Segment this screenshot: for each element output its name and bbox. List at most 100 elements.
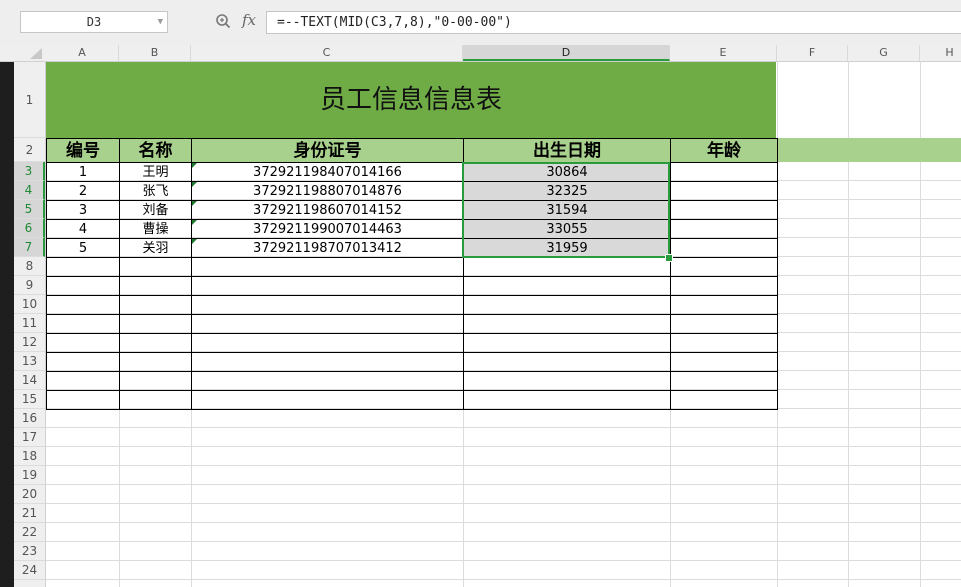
cell-name[interactable]: 关羽 [119, 238, 192, 258]
empty-cell[interactable] [463, 333, 671, 353]
column-header-c[interactable]: C [191, 45, 463, 61]
header-cell-age[interactable]: 年龄 [670, 138, 778, 163]
empty-cell[interactable] [119, 333, 192, 353]
cell-id[interactable]: 372921198707013412 [191, 238, 464, 258]
cell-birth[interactable]: 30864 [463, 162, 671, 182]
cell-age[interactable] [670, 238, 778, 258]
cell-grid[interactable]: 员工信息信息表 编号 名称 身份证号 出生日期 年龄 1 王明 3729211984… [46, 62, 961, 587]
header-cell-name[interactable]: 名称 [119, 138, 192, 163]
cell-number[interactable]: 1 [46, 162, 120, 182]
header-cell-birth[interactable]: 出生日期 [463, 138, 671, 163]
row-header[interactable]: 19 [14, 466, 45, 485]
empty-cell[interactable] [46, 352, 120, 372]
cell-number[interactable]: 2 [46, 181, 120, 201]
empty-cell[interactable] [463, 352, 671, 372]
empty-cell[interactable] [46, 295, 120, 315]
row-header[interactable]: 5 [14, 200, 45, 219]
column-header-h[interactable]: H [920, 45, 961, 61]
empty-cell[interactable] [191, 371, 464, 391]
cell-number[interactable]: 5 [46, 238, 120, 258]
fx-icon[interactable]: fx [242, 11, 256, 29]
cell-age[interactable] [670, 200, 778, 220]
formula-input[interactable]: =--TEXT(MID(C3,7,8),"0-00-00") [266, 11, 961, 34]
empty-cell[interactable] [191, 314, 464, 334]
empty-cell[interactable] [670, 333, 778, 353]
row-header[interactable]: 16 [14, 409, 45, 428]
row-header[interactable]: 11 [14, 314, 45, 333]
column-header-a[interactable]: A [46, 45, 119, 61]
cell-age[interactable] [670, 181, 778, 201]
row-header[interactable]: 4 [14, 181, 45, 200]
header-cell-id[interactable]: 身份证号 [191, 138, 464, 163]
empty-cell[interactable] [463, 314, 671, 334]
row-header[interactable]: 3 [14, 162, 45, 181]
empty-cell[interactable] [46, 276, 120, 296]
empty-cell[interactable] [191, 295, 464, 315]
empty-cell[interactable] [119, 257, 192, 277]
row-header[interactable]: 1 [14, 62, 45, 138]
cell-number[interactable]: 3 [46, 200, 120, 220]
empty-cell[interactable] [670, 257, 778, 277]
row-header[interactable]: 21 [14, 504, 45, 523]
cell-name[interactable]: 张飞 [119, 181, 192, 201]
select-all-icon[interactable] [30, 48, 42, 59]
empty-cell[interactable] [463, 371, 671, 391]
cell-name[interactable]: 刘备 [119, 200, 192, 220]
fill-handle[interactable] [665, 254, 673, 262]
cell-id[interactable]: 372921198807014876 [191, 181, 464, 201]
column-header-b[interactable]: B [119, 45, 191, 61]
chevron-down-icon[interactable]: ▼ [158, 12, 163, 32]
row-header[interactable]: 8 [14, 257, 45, 276]
row-header[interactable]: 7 [14, 238, 45, 257]
column-header-e[interactable]: E [670, 45, 777, 61]
empty-cell[interactable] [119, 390, 192, 410]
empty-cell[interactable] [119, 295, 192, 315]
zoom-formula-icon[interactable] [215, 13, 231, 29]
row-header[interactable]: 18 [14, 447, 45, 466]
row-header[interactable]: 24 [14, 561, 45, 580]
cell-age[interactable] [670, 219, 778, 239]
row-header[interactable]: 22 [14, 523, 45, 542]
row-header[interactable]: 15 [14, 390, 45, 409]
empty-cell[interactable] [670, 352, 778, 372]
empty-cell[interactable] [670, 371, 778, 391]
cell-name[interactable]: 王明 [119, 162, 192, 182]
empty-cell[interactable] [670, 295, 778, 315]
row-header[interactable]: 17 [14, 428, 45, 447]
column-header-g[interactable]: G [848, 45, 920, 61]
empty-cell[interactable] [463, 276, 671, 296]
empty-cell[interactable] [119, 314, 192, 334]
empty-cell[interactable] [46, 333, 120, 353]
cell-id[interactable]: 372921199007014463 [191, 219, 464, 239]
empty-cell[interactable] [670, 390, 778, 410]
cell-id[interactable]: 372921198407014166 [191, 162, 464, 182]
empty-cell[interactable] [191, 333, 464, 353]
cell-id[interactable]: 372921198607014152 [191, 200, 464, 220]
empty-cell[interactable] [191, 276, 464, 296]
empty-cell[interactable] [463, 295, 671, 315]
sheet-title[interactable]: 员工信息信息表 [46, 62, 776, 138]
cell-birth[interactable]: 31594 [463, 200, 671, 220]
cell-number[interactable]: 4 [46, 219, 120, 239]
empty-cell[interactable] [119, 276, 192, 296]
empty-cell[interactable] [46, 390, 120, 410]
empty-cell[interactable] [46, 314, 120, 334]
empty-cell[interactable] [191, 352, 464, 372]
cell-birth[interactable]: 31959 [463, 238, 671, 258]
row-header[interactable]: 23 [14, 542, 45, 561]
row-header[interactable]: 10 [14, 295, 45, 314]
column-header-d[interactable]: D [463, 45, 670, 61]
row-header[interactable]: 20 [14, 485, 45, 504]
row-header[interactable]: 2 [14, 138, 45, 162]
column-header-f[interactable]: F [777, 45, 848, 61]
header-cell-number[interactable]: 编号 [46, 138, 120, 163]
empty-cell[interactable] [463, 390, 671, 410]
row-header[interactable]: 14 [14, 371, 45, 390]
empty-cell[interactable] [670, 276, 778, 296]
empty-cell[interactable] [670, 314, 778, 334]
row-header[interactable]: 13 [14, 352, 45, 371]
row-header[interactable]: 9 [14, 276, 45, 295]
row-header[interactable]: 12 [14, 333, 45, 352]
name-box[interactable]: D3 ▼ [20, 11, 168, 33]
empty-cell[interactable] [46, 257, 120, 277]
